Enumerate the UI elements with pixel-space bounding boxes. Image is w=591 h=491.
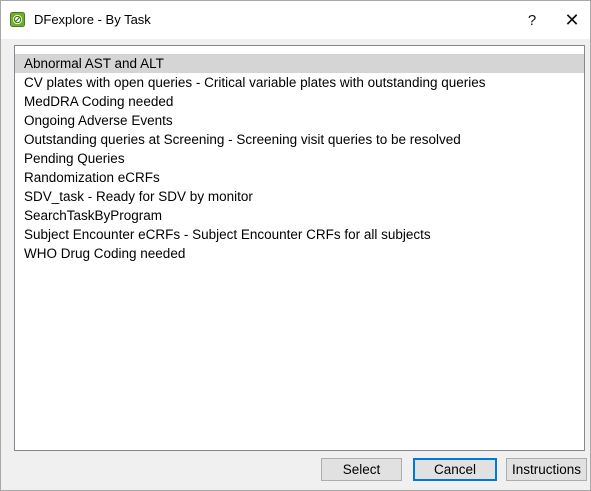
instructions-button[interactable]: Instructions [506, 458, 587, 481]
task-item[interactable]: SearchTaskByProgram [15, 206, 584, 225]
task-item[interactable]: Randomization eCRFs [15, 168, 584, 187]
help-icon: ? [527, 11, 537, 29]
task-item[interactable]: WHO Drug Coding needed [15, 244, 584, 263]
task-item[interactable]: Abnormal AST and ALT [15, 54, 584, 73]
task-item[interactable]: Ongoing Adverse Events [15, 111, 584, 130]
task-listbox[interactable]: Abnormal AST and ALT CV plates with open… [14, 45, 585, 451]
window-title: DFexplore - By Task [34, 12, 151, 27]
button-bar: Select Cancel Instructions [1, 455, 590, 490]
close-icon: ✕ [564, 9, 580, 30]
cancel-button[interactable]: Cancel [413, 458, 497, 481]
close-button[interactable]: ✕ [554, 1, 590, 39]
dialog-window: DFexplore - By Task ? ✕ Abnormal AST and… [0, 0, 591, 491]
task-item[interactable]: MedDRA Coding needed [15, 92, 584, 111]
select-button[interactable]: Select [321, 458, 402, 481]
task-item[interactable]: SDV_task - Ready for SDV by monitor [15, 187, 584, 206]
title-bar[interactable]: DFexplore - By Task ? ✕ [1, 1, 590, 39]
task-item[interactable]: Outstanding queries at Screening - Scree… [15, 130, 584, 149]
task-item[interactable]: CV plates with open queries - Critical v… [15, 73, 584, 92]
task-item[interactable]: Pending Queries [15, 149, 584, 168]
dfexplore-app-icon [10, 12, 25, 27]
task-item[interactable]: Subject Encounter eCRFs - Subject Encoun… [15, 225, 584, 244]
help-button[interactable]: ? [514, 1, 550, 39]
